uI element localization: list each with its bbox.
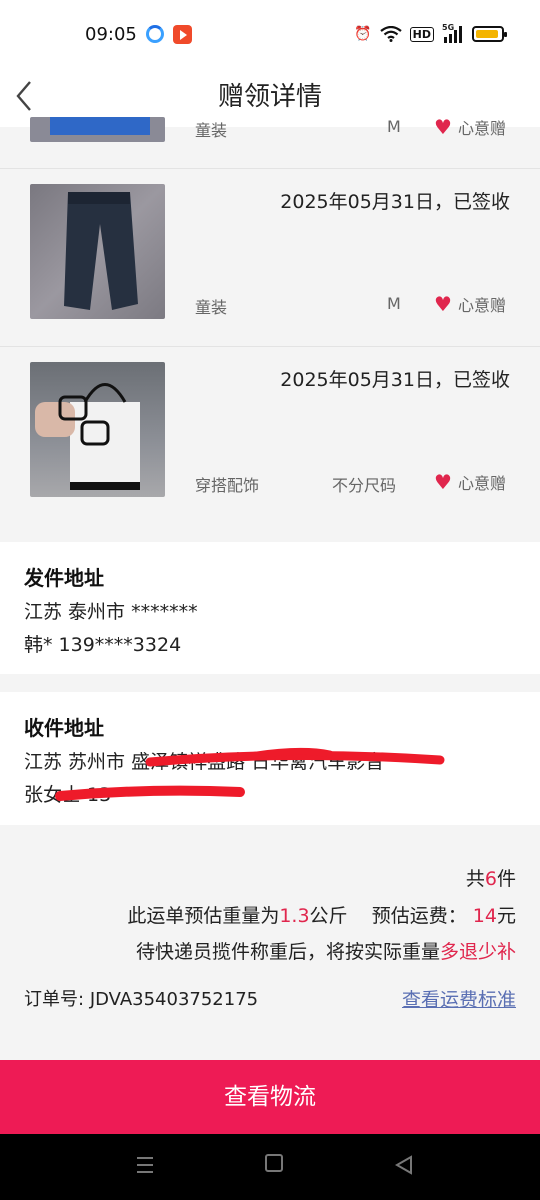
signal-icon: 5G [442,23,464,43]
item-count: 共6件 [466,864,516,891]
order-number: 订单号: JDVA35403752175 [24,985,258,1011]
page-title: 赠领详情 [217,82,322,112]
gift-badge: ♥ 心意赠 [434,115,506,139]
system-nav-bar [0,1134,540,1200]
count-value: 6 [484,868,497,890]
item-category: 穿搭配饰 [195,476,260,495]
sender-contact: 韩* 139****3324 [24,634,182,656]
back-triangle-icon[interactable] [394,1154,414,1176]
browser-app-icon [146,25,164,43]
menu-icon[interactable] [135,1154,155,1176]
hd-icon: HD [409,26,434,42]
redaction-marks [55,747,445,801]
fee-unit: 元 [496,905,516,927]
item-category: 童装 [195,121,228,140]
sender-address: 江苏 泰州市 ******* [24,601,198,623]
fee-value: 14 [472,905,497,927]
weight-value: 1.3 [279,905,310,927]
note-prefix: 待快递员揽件称重后，将按实际重量 [135,941,440,963]
status-icons: ⏰ HD 5G [354,23,507,43]
status-time: 09:05 [85,24,137,45]
item-category: 童装 [195,298,228,317]
heart-icon: ♥ [434,292,452,316]
glasses-bag-image [35,383,140,490]
weight-prefix: 此运单预估重量为 [127,905,280,927]
gift-item[interactable]: 2025年05月31日，已签收 童装 M ♥ 心意赠 [0,169,540,347]
order-label: 订单号: [24,989,85,1010]
sender-address-card: 发件地址 江苏 泰州市 ******* 韩* 139****3324 [0,542,540,674]
item-thumbnail [30,362,165,497]
receiver-address-card: 收件地址 江苏 苏州市 盛泽镇祥盛路 日华禽汽车影音 张女士 13 [0,692,540,825]
fee-label: 预估运费： [371,905,467,927]
battery-icon [472,26,507,42]
alarm-icon: ⏰ [354,26,372,42]
item-size: 不分尺码 [332,476,397,495]
gift-badge: ♥ 心意赠 [434,292,506,316]
gift-type-label: 心意赠 [457,119,506,138]
item-thumbnail [30,117,165,142]
thumbnail-shirt [50,117,150,135]
item-size: M [387,294,401,313]
view-logistics-button[interactable]: 查看物流 [0,1060,540,1134]
heart-icon: ♥ [434,115,452,139]
weight-unit: 公斤 [309,905,348,927]
heart-icon: ♥ [434,470,452,494]
status-bar: 09:05 ⏰ HD 5G [0,0,540,70]
note-highlight: 多退少补 [439,941,516,963]
item-thumbnail [30,184,165,319]
fee-standard-link[interactable]: 查看运费标准 [402,985,516,1012]
count-suffix: 件 [496,868,516,890]
item-date: 2025年05月31日，已签收 [280,369,510,391]
gift-item[interactable]: 2025年05月31日，已签收 穿搭配饰 不分尺码 ♥ 心意赠 [0,347,540,542]
order-value: JDVA35403752175 [89,989,259,1010]
home-icon[interactable] [265,1154,283,1172]
item-date: 2025年05月31日，已签收 [280,191,510,213]
gift-type-label: 心意赠 [457,474,506,493]
wifi-icon [379,26,402,42]
pants-image [64,192,138,310]
sender-title: 发件地址 [24,566,104,590]
item-size: M [387,117,401,136]
gift-badge: ♥ 心意赠 [434,470,506,494]
settlement-note: 待快递员揽件称重后，将按实际重量多退少补 [136,937,516,964]
count-prefix: 共 [465,868,485,890]
video-app-icon [173,25,192,44]
gift-item[interactable]: 童装 M ♥ 心意赠 [0,117,540,169]
gift-type-label: 心意赠 [457,296,506,315]
weight-fee-line: 此运单预估重量为1.3公斤 预估运费： 14元 [127,901,516,928]
